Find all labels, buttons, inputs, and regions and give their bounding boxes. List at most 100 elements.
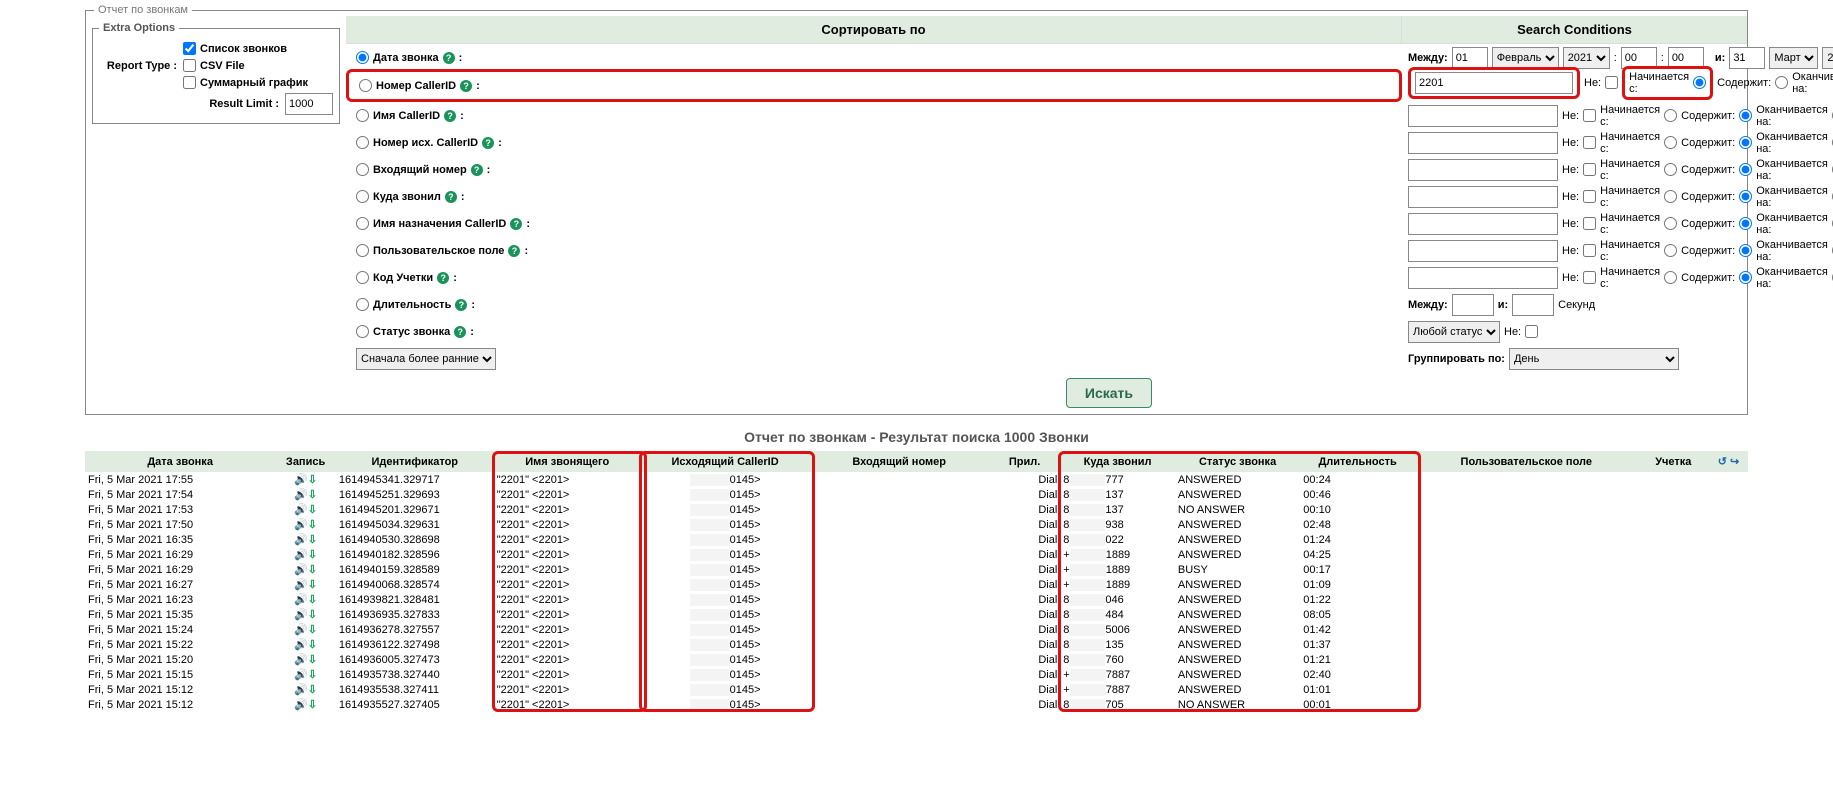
callerid-name-neg[interactable]	[1583, 109, 1596, 122]
speaker-icon[interactable]: 🔊	[294, 594, 308, 606]
in-num-neg[interactable]	[1583, 163, 1596, 176]
th-caller[interactable]: Имя звонящего	[494, 451, 641, 472]
help-icon[interactable]: ?	[471, 164, 483, 176]
in-num-starts[interactable]	[1664, 163, 1677, 176]
dur-to-input[interactable]	[1512, 294, 1554, 316]
dst-name-input[interactable]	[1408, 213, 1558, 235]
speaker-icon[interactable]: 🔊	[294, 639, 308, 651]
help-icon[interactable]: ?	[482, 137, 494, 149]
status-neg[interactable]	[1525, 325, 1538, 338]
search-button[interactable]: Искать	[1066, 378, 1152, 408]
speaker-icon[interactable]: 🔊	[294, 489, 308, 501]
download-icon[interactable]: ⇩	[308, 564, 317, 576]
download-icon[interactable]: ⇩	[308, 504, 317, 516]
account-starts[interactable]	[1664, 271, 1677, 284]
userfield-input[interactable]	[1408, 240, 1558, 262]
from-month-select[interactable]: Февраль	[1492, 47, 1559, 69]
cell-rec[interactable]: 🔊⇩	[275, 697, 336, 712]
download-icon[interactable]: ⇩	[308, 609, 317, 621]
th-out[interactable]: Исходящий CallerID	[641, 451, 810, 472]
callerid-num-starts[interactable]	[1693, 76, 1706, 89]
out-cid-neg[interactable]	[1583, 136, 1596, 149]
speaker-icon[interactable]: 🔊	[294, 684, 308, 696]
speaker-icon[interactable]: 🔊	[294, 624, 308, 636]
result-limit-input[interactable]	[285, 93, 333, 115]
dst-starts[interactable]	[1664, 190, 1677, 203]
cell-rec[interactable]: 🔊⇩	[275, 592, 336, 607]
dst-input[interactable]	[1408, 186, 1558, 208]
account-neg[interactable]	[1583, 271, 1596, 284]
download-icon[interactable]: ⇩	[308, 579, 317, 591]
from-year-select[interactable]: 2021	[1563, 47, 1610, 69]
from-day-input[interactable]	[1452, 47, 1488, 69]
download-icon[interactable]: ⇩	[308, 534, 317, 546]
download-icon[interactable]: ⇩	[308, 639, 317, 651]
speaker-icon[interactable]: 🔊	[294, 549, 308, 561]
cell-rec[interactable]: 🔊⇩	[275, 667, 336, 682]
help-icon[interactable]: ?	[455, 299, 467, 311]
opt-list-checkbox[interactable]	[183, 42, 196, 55]
account-input[interactable]	[1408, 267, 1558, 289]
cell-rec[interactable]: 🔊⇩	[275, 502, 336, 517]
speaker-icon[interactable]: 🔊	[294, 474, 308, 486]
download-icon[interactable]: ⇩	[308, 684, 317, 696]
dst-name-contains[interactable]	[1739, 217, 1752, 230]
speaker-icon[interactable]: 🔊	[294, 519, 308, 531]
help-icon[interactable]: ?	[445, 191, 457, 203]
th-status[interactable]: Статус звонка	[1175, 451, 1300, 472]
download-icon[interactable]: ⇩	[308, 669, 317, 681]
speaker-icon[interactable]: 🔊	[294, 654, 308, 666]
th-rec[interactable]: Запись	[275, 451, 336, 472]
sort-date-radio[interactable]	[356, 51, 369, 64]
speaker-icon[interactable]: 🔊	[294, 699, 308, 711]
speaker-icon[interactable]: 🔊	[294, 534, 308, 546]
userfield-neg[interactable]	[1583, 244, 1596, 257]
out-cid-starts[interactable]	[1664, 136, 1677, 149]
cell-rec[interactable]: 🔊⇩	[275, 547, 336, 562]
order-select[interactable]: Сначала более ранние	[356, 348, 496, 370]
th-dst[interactable]: Куда звонил	[1060, 451, 1175, 472]
th-date[interactable]: Дата звонка	[85, 451, 275, 472]
th-in[interactable]: Входящий номер	[809, 451, 988, 472]
callerid-num-input[interactable]	[1415, 72, 1573, 94]
download-icon[interactable]: ⇩	[308, 474, 317, 486]
callerid-name-input[interactable]	[1408, 105, 1558, 127]
opt-csv-checkbox[interactable]	[183, 59, 196, 72]
account-contains[interactable]	[1739, 271, 1752, 284]
sort-account-radio[interactable]	[356, 271, 369, 284]
out-cid-contains[interactable]	[1739, 136, 1752, 149]
speaker-icon[interactable]: 🔊	[294, 564, 308, 576]
cell-rec[interactable]: 🔊⇩	[275, 487, 336, 502]
sort-in-num-radio[interactable]	[356, 163, 369, 176]
help-icon[interactable]: ?	[460, 80, 472, 92]
userfield-contains[interactable]	[1739, 244, 1752, 257]
download-icon[interactable]: ⇩	[308, 624, 317, 636]
out-cid-input[interactable]	[1408, 132, 1558, 154]
in-num-input[interactable]	[1408, 159, 1558, 181]
sort-callerid-num-radio[interactable]	[359, 79, 372, 92]
cell-rec[interactable]: 🔊⇩	[275, 637, 336, 652]
cell-rec[interactable]: 🔊⇩	[275, 682, 336, 697]
cell-rec[interactable]: 🔊⇩	[275, 562, 336, 577]
download-icon[interactable]: ⇩	[308, 654, 317, 666]
status-select[interactable]: Любой статус	[1408, 321, 1500, 343]
th-dur[interactable]: Длительность	[1300, 451, 1415, 472]
sort-status-radio[interactable]	[356, 325, 369, 338]
help-icon[interactable]: ?	[443, 52, 455, 64]
to-year-select[interactable]: 2021	[1822, 47, 1833, 69]
opt-sum-checkbox[interactable]	[183, 76, 196, 89]
refresh-icon[interactable]: ↺	[1718, 456, 1727, 468]
download-icon[interactable]: ⇩	[308, 519, 317, 531]
speaker-icon[interactable]: 🔊	[294, 609, 308, 621]
th-user[interactable]: Пользовательское поле	[1415, 451, 1638, 472]
download-icon[interactable]: ⇩	[308, 489, 317, 501]
sort-dst-name-radio[interactable]	[356, 217, 369, 230]
th-id[interactable]: Идентификатор	[336, 451, 494, 472]
download-icon[interactable]: ⇩	[308, 699, 317, 711]
callerid-name-contains[interactable]	[1739, 109, 1752, 122]
dst-name-starts[interactable]	[1664, 217, 1677, 230]
download-icon[interactable]: ⇩	[308, 549, 317, 561]
sort-out-cid-radio[interactable]	[356, 136, 369, 149]
callerid-num-neg[interactable]	[1605, 76, 1618, 89]
sort-userfield-radio[interactable]	[356, 244, 369, 257]
